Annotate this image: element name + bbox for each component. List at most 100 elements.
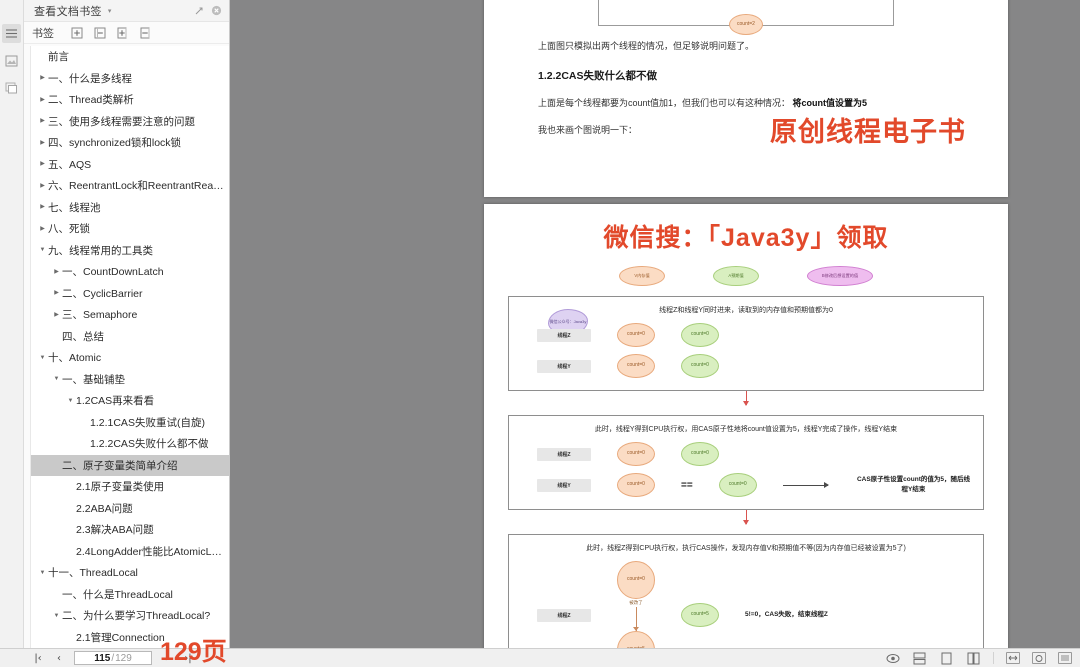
paragraph-condition-plain: 上面是每个线程都要为count值加1，但我们也可以有这种情况： bbox=[538, 98, 790, 108]
bookmark-item[interactable]: ▶三、使用多线程需要注意的问题 bbox=[31, 111, 229, 133]
bookmark-item[interactable]: ▶八、死锁 bbox=[31, 218, 229, 240]
section-heading: 1.2.2CAS失败什么都不做 bbox=[538, 68, 954, 83]
stage-3-row-z: 线程Z count=0 被改了 count=5 count=5 5!=0，CAS… bbox=[537, 561, 973, 648]
bookmark-panel: 查看文档书签 ▾ 书签 前言▶一、什么是多线 bbox=[24, 0, 230, 648]
bookmark-item[interactable]: ▶三、Semaphore bbox=[31, 304, 229, 326]
document-viewport[interactable]: count=2 上面图只模拟出两个线程的情况，但足够说明问题了。 1.2.2CA… bbox=[231, 0, 1080, 648]
bookmark-item[interactable]: ▶一、CountDownLatch bbox=[31, 261, 229, 283]
bookmark-item-label: 二、Thread类解析 bbox=[48, 92, 134, 107]
count-ellipse-memory: count=0 bbox=[617, 473, 655, 497]
legend-row: V内存值 A预期值 B修改后想设置的值 bbox=[484, 266, 1008, 286]
prev-page-icon[interactable]: ‹ bbox=[53, 653, 65, 664]
count-ellipse: count=2 bbox=[729, 14, 763, 35]
outline-panel-toggle[interactable] bbox=[2, 24, 21, 43]
close-circle-icon[interactable] bbox=[209, 4, 223, 18]
bookmark-item[interactable]: ▼二、为什么要学习ThreadLocal? bbox=[31, 605, 229, 627]
collapse-minus-icon[interactable] bbox=[91, 25, 108, 41]
bookmark-item-label: 三、使用多线程需要注意的问题 bbox=[48, 114, 195, 129]
chevron-down-icon[interactable]: ▼ bbox=[37, 247, 48, 253]
chevron-down-icon[interactable]: ▼ bbox=[37, 570, 48, 576]
expand-plus-icon[interactable] bbox=[68, 25, 85, 41]
bookmark-item[interactable]: 二、原子变量类简单介绍 bbox=[31, 455, 229, 477]
chevron-down-icon[interactable]: ▼ bbox=[51, 376, 62, 382]
chevron-right-icon[interactable]: ▶ bbox=[37, 204, 48, 210]
count-ellipse-expected: count=0 bbox=[681, 354, 719, 378]
bookmark-item[interactable]: ▶一、什么是多线程 bbox=[31, 68, 229, 90]
single-page-icon[interactable] bbox=[939, 651, 954, 665]
remove-bookmark-icon[interactable] bbox=[137, 25, 154, 41]
count-ellipse-memory-after: count=5 bbox=[617, 631, 655, 648]
paragraph-condition-bold: 将count值设置为5 bbox=[793, 98, 868, 108]
bookmark-item[interactable]: 2.2ABA问题 bbox=[31, 498, 229, 520]
count-ellipse-expected: count=0 bbox=[681, 323, 719, 347]
previous-figure-frame: count=2 bbox=[598, 0, 894, 26]
bookmark-item[interactable]: ▼十一、ThreadLocal bbox=[31, 562, 229, 584]
chevron-right-icon[interactable]: ▶ bbox=[37, 118, 48, 124]
count-ellipse-expected: count=0 bbox=[681, 442, 719, 466]
bookmark-item[interactable]: ▶七、线程池 bbox=[31, 197, 229, 219]
bookmark-item-label: 二、CyclicBarrier bbox=[62, 286, 143, 301]
bookmark-item[interactable]: ▶六、ReentrantLock和ReentrantReadW… bbox=[31, 175, 229, 197]
eye-read-mode-icon[interactable] bbox=[885, 651, 900, 665]
bookmark-item[interactable]: 四、总结 bbox=[31, 326, 229, 348]
chevron-down-icon[interactable]: ▼ bbox=[65, 398, 76, 404]
bookmark-item[interactable]: ▶四、synchronized锁和lock锁 bbox=[31, 132, 229, 154]
bookmark-toolbar-label: 书签 bbox=[32, 25, 54, 41]
first-page-icon[interactable]: |‹ bbox=[32, 653, 44, 664]
bookmark-item-label: 八、死锁 bbox=[48, 221, 90, 236]
chevron-right-icon[interactable]: ▶ bbox=[51, 312, 62, 318]
bookmark-item[interactable]: 2.1原子变量类使用 bbox=[31, 476, 229, 498]
chevron-right-icon[interactable]: ▶ bbox=[37, 140, 48, 146]
stage-2-caption: 此时，线程Y得到CPU执行权，用CAS原子性地将count值设置为5，线程Y完成… bbox=[519, 424, 973, 434]
bookmark-item[interactable]: 前言 bbox=[31, 46, 229, 68]
actual-size-icon[interactable] bbox=[1058, 652, 1072, 664]
bookmark-tree[interactable]: 前言▶一、什么是多线程▶二、Thread类解析▶三、使用多线程需要注意的问题▶四… bbox=[30, 46, 229, 648]
diagram-stage-2: 此时，线程Y得到CPU执行权，用CAS原子性地将count值设置为5，线程Y完成… bbox=[508, 415, 984, 510]
chevron-right-icon[interactable]: ▶ bbox=[51, 290, 62, 296]
bookmark-item[interactable]: 1.2.2CAS失败什么都不做 bbox=[31, 433, 229, 455]
count-ellipse-memory-before: count=0 bbox=[617, 561, 655, 599]
bookmark-item[interactable]: ▶五、AQS bbox=[31, 154, 229, 176]
add-bookmark-icon[interactable] bbox=[114, 25, 131, 41]
bookmark-item[interactable]: ▶二、Thread类解析 bbox=[31, 89, 229, 111]
bookmark-item-label: 前言 bbox=[48, 49, 69, 64]
annotations-panel-toggle[interactable] bbox=[2, 78, 21, 97]
bookmark-item[interactable]: ▼九、线程常用的工具类 bbox=[31, 240, 229, 262]
chevron-right-icon[interactable]: ▶ bbox=[37, 75, 48, 81]
bookmark-item-label: 二、原子变量类简单介绍 bbox=[62, 458, 178, 473]
bookmark-item[interactable]: ▼十、Atomic bbox=[31, 347, 229, 369]
current-page-value: 115 bbox=[94, 653, 110, 664]
bookmark-item-label: 一、CountDownLatch bbox=[62, 264, 164, 279]
chevron-right-icon[interactable]: ▶ bbox=[37, 161, 48, 167]
left-rail bbox=[0, 0, 24, 648]
chevron-right-icon[interactable]: ▶ bbox=[37, 97, 48, 103]
double-page-icon[interactable] bbox=[966, 651, 981, 665]
document-page-previous: count=2 上面图只模拟出两个线程的情况，但足够说明问题了。 1.2.2CA… bbox=[484, 0, 1008, 197]
chevron-down-icon[interactable]: ▾ bbox=[108, 7, 112, 15]
annotation-page-count: 129页 bbox=[160, 640, 227, 665]
bookmark-item[interactable]: ▼1.2CAS再来看看 bbox=[31, 390, 229, 412]
chevron-down-icon[interactable]: ▼ bbox=[51, 613, 62, 619]
bookmark-item[interactable]: 1.2.1CAS失败重试(自旋) bbox=[31, 412, 229, 434]
bookmark-item-label: 七、线程池 bbox=[48, 200, 101, 215]
chevron-right-icon[interactable]: ▶ bbox=[37, 183, 48, 189]
bookmark-item[interactable]: 2.4LongAdder性能比AtomicLon… bbox=[31, 541, 229, 563]
chevron-right-icon[interactable]: ▶ bbox=[51, 269, 62, 275]
thumbnails-panel-toggle[interactable] bbox=[2, 51, 21, 70]
chevron-down-icon[interactable]: ▼ bbox=[37, 355, 48, 361]
pin-icon[interactable] bbox=[192, 4, 206, 18]
bookmark-item-label: 1.2.1CAS失败重试(自旋) bbox=[90, 415, 205, 430]
fit-screen-icon[interactable] bbox=[1032, 652, 1046, 664]
bookmark-item[interactable]: ▼一、基础铺垫 bbox=[31, 369, 229, 391]
bookmark-panel-title: 查看文档书签 bbox=[34, 3, 102, 19]
bookmark-item-label: 六、ReentrantLock和ReentrantReadW… bbox=[48, 178, 225, 193]
bookmark-item[interactable]: 一、什么是ThreadLocal bbox=[31, 584, 229, 606]
bookmark-item[interactable]: 2.3解决ABA问题 bbox=[31, 519, 229, 541]
stage-2-row-y: 线程Y count=0 == count=0 CAS原子性设置count的值为5… bbox=[537, 473, 973, 497]
fit-width-icon[interactable] bbox=[1006, 652, 1020, 664]
fit-page-icon[interactable] bbox=[912, 651, 927, 665]
bookmark-item[interactable]: ▶二、CyclicBarrier bbox=[31, 283, 229, 305]
chevron-right-icon[interactable]: ▶ bbox=[37, 226, 48, 232]
page-number-input[interactable]: 115 / 129 bbox=[74, 651, 152, 665]
paragraph-condition: 上面是每个线程都要为count值加1，但我们也可以有这种情况： 将count值设… bbox=[538, 97, 954, 111]
